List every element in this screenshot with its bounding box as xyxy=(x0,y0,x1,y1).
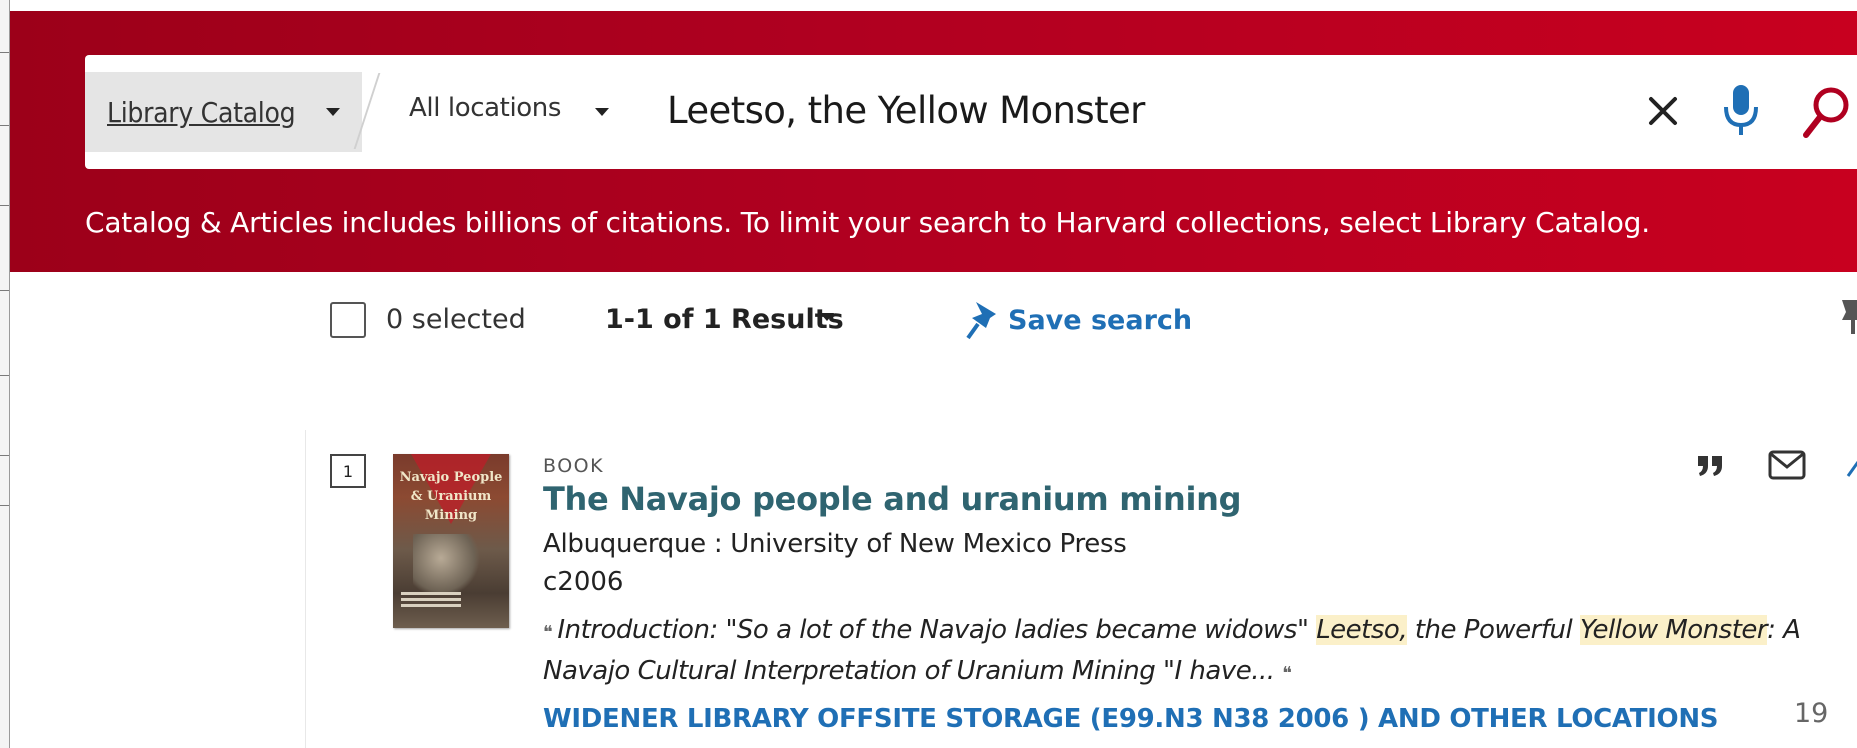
scope-dropdown[interactable]: Library Catalog xyxy=(85,72,362,152)
pin-icon[interactable] xyxy=(1838,296,1857,336)
result-snippet: ❝ Introduction: "So a lot of the Navajo … xyxy=(543,611,1843,693)
microphone-icon[interactable] xyxy=(1721,83,1761,139)
result-index[interactable]: 1 xyxy=(330,454,366,488)
quote-icon[interactable] xyxy=(1696,452,1726,478)
search-bar: Library Catalog All locations Leetso, th… xyxy=(85,55,1857,169)
selected-count: 0 selected xyxy=(386,304,526,335)
snippet-text: Introduction: "So a lot of the Navajo la… xyxy=(557,615,1317,645)
result-publisher: Albuquerque : University of New Mexico P… xyxy=(543,529,1127,559)
select-all-checkbox[interactable] xyxy=(330,302,366,338)
snippet-highlight: Leetso, xyxy=(1316,615,1408,645)
cover-title: Navajo People & Uranium Mining xyxy=(399,470,503,523)
quote-close-icon: ❝ xyxy=(1282,663,1292,684)
pin-icon xyxy=(966,302,996,340)
search-banner: Library Catalog All locations Leetso, th… xyxy=(9,11,1857,272)
snippet-highlight: Yellow Monster xyxy=(1579,615,1768,645)
quote-open-icon: ❝ xyxy=(543,622,558,643)
snippet-text: the Powerful xyxy=(1407,615,1580,645)
mail-icon[interactable] xyxy=(1768,450,1806,480)
search-notice: Catalog & Articles includes billions of … xyxy=(85,206,1650,239)
share-icon[interactable] xyxy=(1846,458,1857,478)
result-date: c2006 xyxy=(543,567,624,597)
cover-caption xyxy=(401,592,461,595)
search-icon[interactable] xyxy=(1801,85,1851,139)
book-cover-thumbnail[interactable]: Navajo People & Uranium Mining xyxy=(393,454,509,628)
result-type: BOOK xyxy=(543,455,605,477)
availability-link[interactable]: WIDENER LIBRARY OFFSITE STORAGE (E99.N3 … xyxy=(543,704,1719,734)
save-search-label: Save search xyxy=(1008,304,1193,336)
close-icon[interactable] xyxy=(1645,93,1681,129)
adjacent-window-edge xyxy=(0,0,10,748)
results-count-dropdown[interactable]: 1-1 of 1 Results xyxy=(605,304,844,335)
chevron-down-icon[interactable] xyxy=(595,108,609,116)
scope-label: Library Catalog xyxy=(107,95,296,129)
result-title-link[interactable]: The Navajo people and uranium mining xyxy=(543,480,1242,518)
result-card-border xyxy=(305,430,306,748)
chevron-down-icon xyxy=(326,108,340,116)
slide-number: 19 xyxy=(1794,698,1829,729)
search-input[interactable]: Leetso, the Yellow Monster xyxy=(667,89,1145,132)
chevron-down-icon[interactable] xyxy=(820,313,834,321)
save-search-button[interactable]: Save search xyxy=(966,300,1192,340)
location-dropdown[interactable]: All locations xyxy=(409,93,561,123)
cover-photo xyxy=(413,534,483,594)
